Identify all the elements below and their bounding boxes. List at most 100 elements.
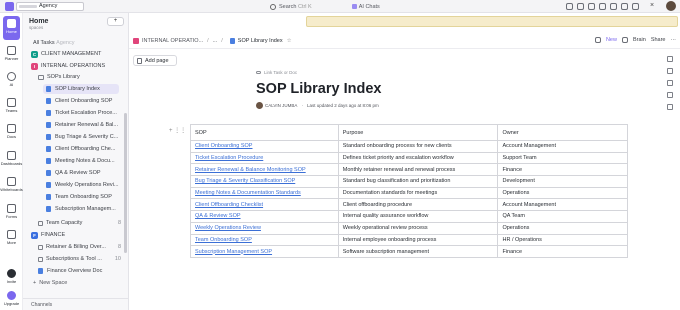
sop-link[interactable]: Retainer Renewal & Balance Monitoring SO…: [190, 163, 339, 177]
rail-label-docs: Docs: [6, 134, 17, 139]
list-icon: [38, 256, 43, 262]
comment-icon[interactable]: [667, 56, 673, 62]
sop-purpose: Software subscription management: [337, 245, 499, 258]
page-title[interactable]: SOP Library Index: [256, 81, 381, 97]
share-button[interactable]: Share: [651, 37, 666, 43]
sop-link[interactable]: QA & Review SOP: [190, 210, 339, 223]
more-options-icon[interactable]: ···: [671, 37, 677, 43]
sidebar-doc-item[interactable]: Meeting Notes & Docu...: [23, 156, 127, 166]
rail-item-docs[interactable]: Docs: [0, 124, 23, 139]
link-icon[interactable]: [621, 37, 628, 43]
breadcrumb-current[interactable]: SOP Library Index ☆: [227, 38, 292, 44]
sidebar-add-button[interactable]: +: [107, 17, 124, 26]
sidebar-item-all-tasks[interactable]: All Tasks Agency: [23, 38, 127, 48]
sidebar-doc-item[interactable]: Client Offboarding Che...: [23, 144, 127, 154]
video-icon[interactable]: [577, 3, 584, 10]
author-name[interactable]: CALVIN JUMBA: [265, 103, 297, 108]
rail-item-planner[interactable]: Planner: [0, 46, 23, 61]
sidebar-doc-item[interactable]: Retainer Renewal & Bal...: [23, 120, 127, 130]
document-icon[interactable]: [588, 3, 595, 10]
sidebar-space-client-management[interactable]: C CLIENT MANAGEMENT: [23, 49, 127, 59]
rail-item-dashboards[interactable]: Dashboards: [0, 151, 23, 166]
global-search[interactable]: Search Ctrl K AI Chats: [270, 2, 404, 11]
sidebar-scrollbar[interactable]: [124, 113, 127, 253]
sop-link[interactable]: Client Offboarding Checklist: [190, 198, 339, 212]
sidebar-new-space[interactable]: + New Space: [23, 278, 127, 288]
add-label: +: [113, 18, 118, 24]
sidebar-doc-item[interactable]: Team Onboarding SOP: [23, 192, 127, 202]
sidebar-doc-finance-overview[interactable]: Finance Overview Doc: [23, 266, 127, 276]
brain-button[interactable]: Brain: [633, 37, 646, 43]
ai-chats-button[interactable]: AI Chats: [351, 4, 380, 10]
sidebar-doc-item[interactable]: Subscription Managem...: [23, 204, 127, 214]
workspace-switcher[interactable]: Agency: [16, 2, 84, 11]
sop-owner: HR / Operations: [497, 233, 628, 247]
sop-owner: Finance: [497, 163, 628, 177]
rail-item-more[interactable]: More: [0, 230, 23, 245]
invite-icon: [7, 269, 16, 278]
history-icon[interactable]: [667, 80, 673, 86]
space-avatar-finance: F: [31, 231, 38, 239]
rail-item-forms[interactable]: Forms: [0, 204, 23, 219]
sidebar-list-team-capacity[interactable]: Team Capacity 8: [23, 218, 127, 228]
breadcrumb-ellipsis[interactable]: ...: [213, 38, 218, 44]
sop-link[interactable]: Team Onboarding SOP: [190, 233, 339, 247]
list-label: Team Capacity: [46, 220, 83, 226]
share-icon[interactable]: [667, 104, 673, 110]
close-icon[interactable]: ×: [650, 2, 654, 9]
sop-link[interactable]: Weekly Operations Review: [190, 221, 339, 235]
sidebar-doc-item[interactable]: QA & Review SOP: [23, 168, 127, 178]
sidebar-folder-sops-library[interactable]: SOPs Library: [23, 72, 127, 82]
sidebar-doc-sop-library-index[interactable]: SOP Library Index: [43, 84, 119, 94]
link-task-label: Link Task or Doc: [264, 70, 298, 75]
calendar-icon[interactable]: [621, 3, 628, 10]
sidebar-list-retainer-billing[interactable]: Retainer & Billing Over... 8: [23, 242, 127, 252]
link-icon: [256, 71, 261, 74]
user-avatar[interactable]: [666, 1, 676, 11]
sop-link[interactable]: Client Onboarding SOP: [190, 140, 339, 153]
window-icon[interactable]: [632, 3, 639, 10]
star-icon[interactable]: ☆: [287, 38, 292, 44]
rail-item-upgrade[interactable]: Upgrade: [0, 291, 23, 306]
sidebar-list-subscriptions[interactable]: Subscriptions & Tool ... 10: [23, 254, 127, 264]
sop-purpose: Monthly retainer renewal and renewal pro…: [337, 163, 499, 177]
alarm-icon[interactable]: [599, 3, 606, 10]
sop-owner: Account Management: [497, 140, 628, 153]
rail-item-invite[interactable]: Invite: [0, 269, 23, 284]
sop-link[interactable]: Meeting Notes & Documentation Standards: [190, 186, 339, 200]
sop-link[interactable]: Bug Triage & Severity Classification SOP: [190, 175, 339, 188]
sidebar-doc-item[interactable]: Ticket Escalation Proce...: [23, 108, 127, 118]
breadcrumb-space[interactable]: INTERNAL OPERATIO...: [129, 38, 203, 44]
link-task-button[interactable]: Link Task or Doc: [256, 70, 297, 75]
sidebar-doc-item[interactable]: Weekly Operations Revi...: [23, 180, 127, 190]
sidebar-channels[interactable]: Channels: [23, 298, 129, 310]
gear-icon[interactable]: [594, 37, 601, 43]
sop-link[interactable]: Subscription Management SOP: [190, 245, 339, 258]
doc-label: Client Offboarding Che...: [55, 146, 116, 152]
sidebar-space-internal-operations[interactable]: I INTERNAL OPERATIONS: [23, 61, 127, 71]
grid-icon[interactable]: [610, 3, 617, 10]
sidebar-doc-item[interactable]: Client Onboarding SOP: [23, 96, 127, 106]
doc-label: Bug Triage & Severity C...: [55, 134, 119, 140]
add-page-button[interactable]: Add page: [133, 55, 177, 66]
text-format-icon[interactable]: [667, 68, 673, 74]
sop-owner: Finance: [497, 245, 628, 258]
block-handle-icon[interactable]: + ⋮⋮: [169, 127, 186, 134]
sidebar-doc-item[interactable]: Bug Triage & Severity C...: [23, 132, 127, 142]
rail-label-planner: Planner: [4, 56, 19, 61]
doc-icon: [46, 86, 51, 92]
rail-item-ai[interactable]: AI: [0, 72, 23, 87]
sidebar-space-finance[interactable]: F FINANCE: [23, 230, 127, 240]
new-badge[interactable]: New: [606, 37, 617, 43]
folder-label-sops: SOPs Library: [47, 74, 80, 80]
sop-link[interactable]: Ticket Escalation Procedure: [190, 151, 339, 165]
doc-label: Retainer Renewal & Bal...: [55, 122, 118, 128]
workspace-logo-icon[interactable]: [5, 2, 14, 11]
rail-label-forms: Forms: [5, 214, 18, 219]
settings-icon[interactable]: [667, 92, 673, 98]
doc-icon: [46, 110, 51, 116]
rail-item-home[interactable]: Home: [0, 19, 23, 34]
rail-item-whiteboards[interactable]: Whiteboards: [0, 177, 23, 192]
checklist-icon[interactable]: [566, 3, 573, 10]
rail-item-teams[interactable]: Teams: [0, 98, 23, 113]
